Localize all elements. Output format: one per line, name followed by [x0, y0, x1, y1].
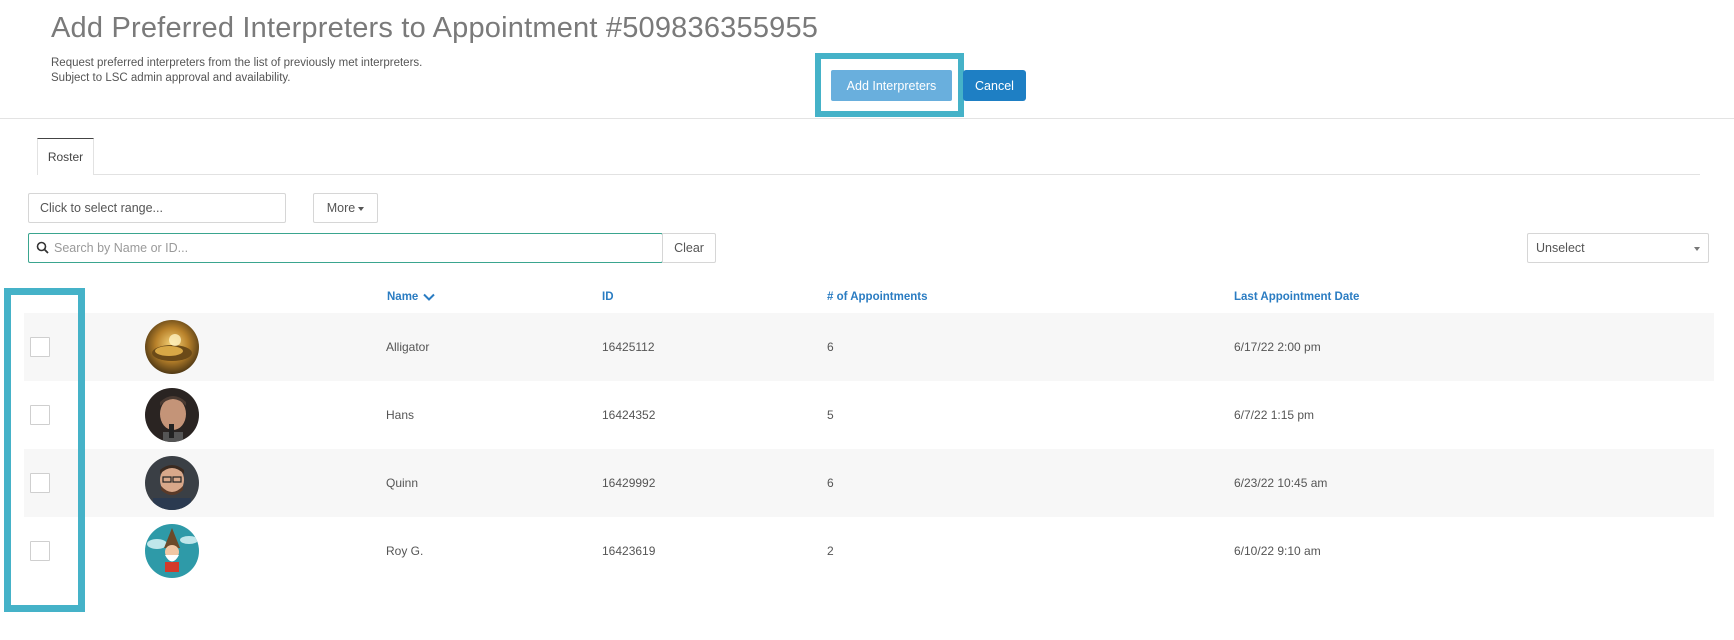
search-input[interactable]	[52, 234, 652, 262]
row-last-date: 6/17/22 2:00 pm	[1234, 340, 1321, 354]
table-row: Roy G. 16423619 2 6/10/22 9:10 am	[24, 517, 1714, 585]
row-appointments: 5	[827, 408, 834, 422]
row-last-date: 6/7/22 1:15 pm	[1234, 408, 1315, 422]
page-subtitle: Request preferred interpreters from the …	[51, 56, 422, 86]
row-name: Quinn	[386, 476, 419, 490]
search-icon	[36, 241, 49, 254]
table-row: Alligator 16425112 6 6/17/22 2:00 pm	[24, 313, 1714, 381]
row-name: Alligator	[386, 340, 430, 354]
checkbox-column-highlight	[4, 288, 85, 612]
add-interpreters-button[interactable]: Add Interpreters	[831, 70, 952, 101]
caret-down-icon	[358, 206, 365, 211]
chevron-down-icon	[1694, 247, 1700, 251]
column-header-appointments[interactable]: # of Appointments	[827, 291, 928, 303]
date-range-input[interactable]	[28, 193, 286, 223]
gnome-cartoon-avatar	[145, 524, 199, 578]
cancel-button[interactable]: Cancel	[963, 70, 1026, 101]
more-label: More	[326, 201, 356, 215]
page: Add Preferred Interpreters to Appointmen…	[0, 0, 1734, 640]
search-box	[28, 233, 663, 263]
row-id: 16429992	[602, 476, 656, 490]
subtitle-line-2: Subject to LSC admin approval and availa…	[51, 72, 291, 84]
subtitle-line-1: Request preferred interpreters from the …	[51, 57, 423, 69]
table-row: Hans 16424352 5 6/7/22 1:15 pm	[24, 381, 1714, 449]
selection-dropdown-value: Unselect	[1536, 241, 1585, 255]
row-id: 16425112	[602, 340, 655, 354]
row-name: Hans	[386, 408, 415, 422]
row-id: 16423619	[602, 544, 656, 558]
golden-alligator-avatar	[145, 320, 199, 374]
row-appointments: 6	[827, 340, 834, 354]
table-row: Quinn 16429992 6 6/23/22 10:45 am	[24, 449, 1714, 517]
man-glasses-avatar	[145, 456, 199, 510]
row-last-date: 6/23/22 10:45 am	[1234, 476, 1328, 490]
tab-divider	[94, 174, 1700, 175]
column-header-id[interactable]: ID	[602, 291, 614, 303]
column-header-last-date[interactable]: Last Appointment Date	[1234, 291, 1359, 303]
man-portrait-avatar	[145, 388, 199, 442]
row-appointments: 2	[827, 544, 834, 558]
header-divider	[0, 118, 1734, 119]
clear-button[interactable]: Clear	[662, 233, 716, 263]
row-last-date: 6/10/22 9:10 am	[1234, 544, 1321, 558]
chevron-down-icon	[423, 293, 436, 301]
row-id: 16424352	[602, 408, 656, 422]
selection-dropdown[interactable]: Unselect	[1527, 233, 1709, 263]
page-title: Add Preferred Interpreters to Appointmen…	[51, 12, 819, 44]
row-name: Roy G.	[386, 544, 424, 558]
column-header-name-label: Name	[387, 291, 419, 303]
row-appointments: 6	[827, 476, 834, 490]
tab-roster[interactable]: Roster	[37, 138, 94, 175]
column-header-name[interactable]: Name	[387, 291, 436, 303]
more-dropdown-button[interactable]: More	[313, 193, 378, 223]
